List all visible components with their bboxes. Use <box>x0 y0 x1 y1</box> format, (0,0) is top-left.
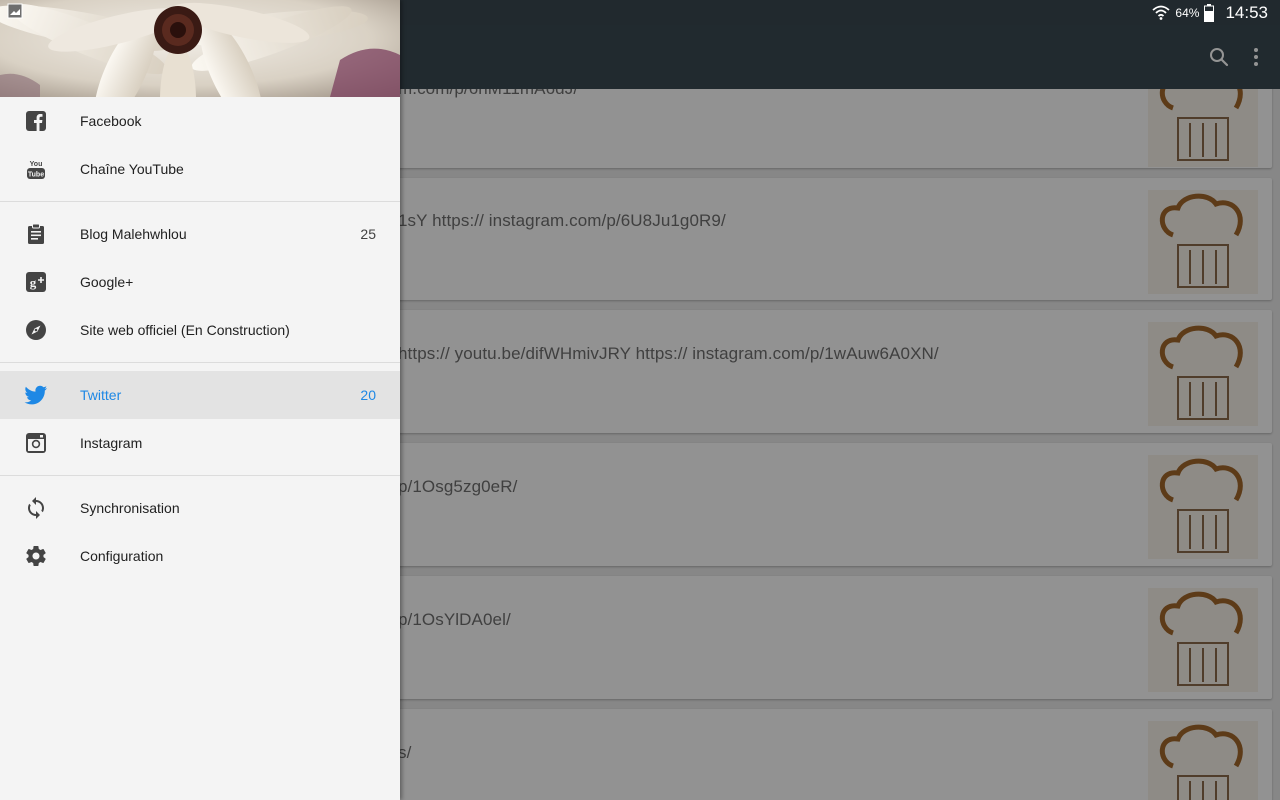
google-plus-icon: g <box>26 272 46 292</box>
drawer-item-label: Configuration <box>80 548 164 564</box>
gallery-icon <box>7 3 23 19</box>
drawer-item-label: Synchronisation <box>80 500 180 516</box>
drawer-item-label: Facebook <box>80 113 142 129</box>
unread-count: 25 <box>360 226 376 242</box>
drawer-item-label: Instagram <box>80 435 143 451</box>
unread-count: 20 <box>360 387 376 403</box>
drawer-item-label: Twitter <box>80 387 122 403</box>
facebook-icon <box>26 111 46 131</box>
twitter-icon <box>24 385 47 405</box>
flower-header-image <box>0 0 400 97</box>
battery-icon <box>1204 3 1215 22</box>
youtube-icon: You Tube <box>27 161 45 179</box>
instagram-icon <box>26 433 46 453</box>
drawer-item-blog[interactable]: Blog Malehwhlou 25 <box>0 210 400 258</box>
drawer-item-label: Google+ <box>80 274 134 290</box>
divider <box>0 475 400 476</box>
compass-icon <box>26 320 46 340</box>
drawer-item-sync[interactable]: Synchronisation <box>0 484 400 532</box>
svg-text:Tube: Tube <box>28 172 44 179</box>
wifi-icon <box>1152 5 1171 20</box>
drawer-item-label: Chaîne YouTube <box>80 161 184 177</box>
drawer-item-settings[interactable]: Configuration <box>0 532 400 580</box>
clock: 14:53 <box>1225 2 1268 22</box>
drawer-item-facebook[interactable]: Facebook <box>0 97 400 145</box>
clipboard-icon <box>28 223 44 244</box>
drawer-item-label: Blog Malehwhlou <box>80 226 187 242</box>
drawer-item-google-plus[interactable]: g Google+ <box>0 258 400 306</box>
svg-text:You: You <box>30 161 43 168</box>
drawer-item-instagram[interactable]: Instagram <box>0 419 400 467</box>
divider <box>0 362 400 363</box>
divider <box>0 201 400 202</box>
drawer-header-image <box>0 0 400 97</box>
drawer-item-website[interactable]: Site web officiel (En Construction) <box>0 306 400 354</box>
drawer-item-twitter[interactable]: Twitter 20 <box>0 371 400 419</box>
battery-percent: 64% <box>1175 5 1200 20</box>
drawer-item-youtube[interactable]: You Tube Chaîne YouTube <box>0 145 400 193</box>
drawer-item-label: Site web officiel (En Construction) <box>80 322 290 338</box>
navigation-drawer: Facebook You Tube Chaîne YouTube Blog Ma… <box>0 0 400 800</box>
svg-text:g: g <box>30 275 37 290</box>
gear-icon <box>26 546 46 566</box>
sync-icon <box>28 497 44 519</box>
